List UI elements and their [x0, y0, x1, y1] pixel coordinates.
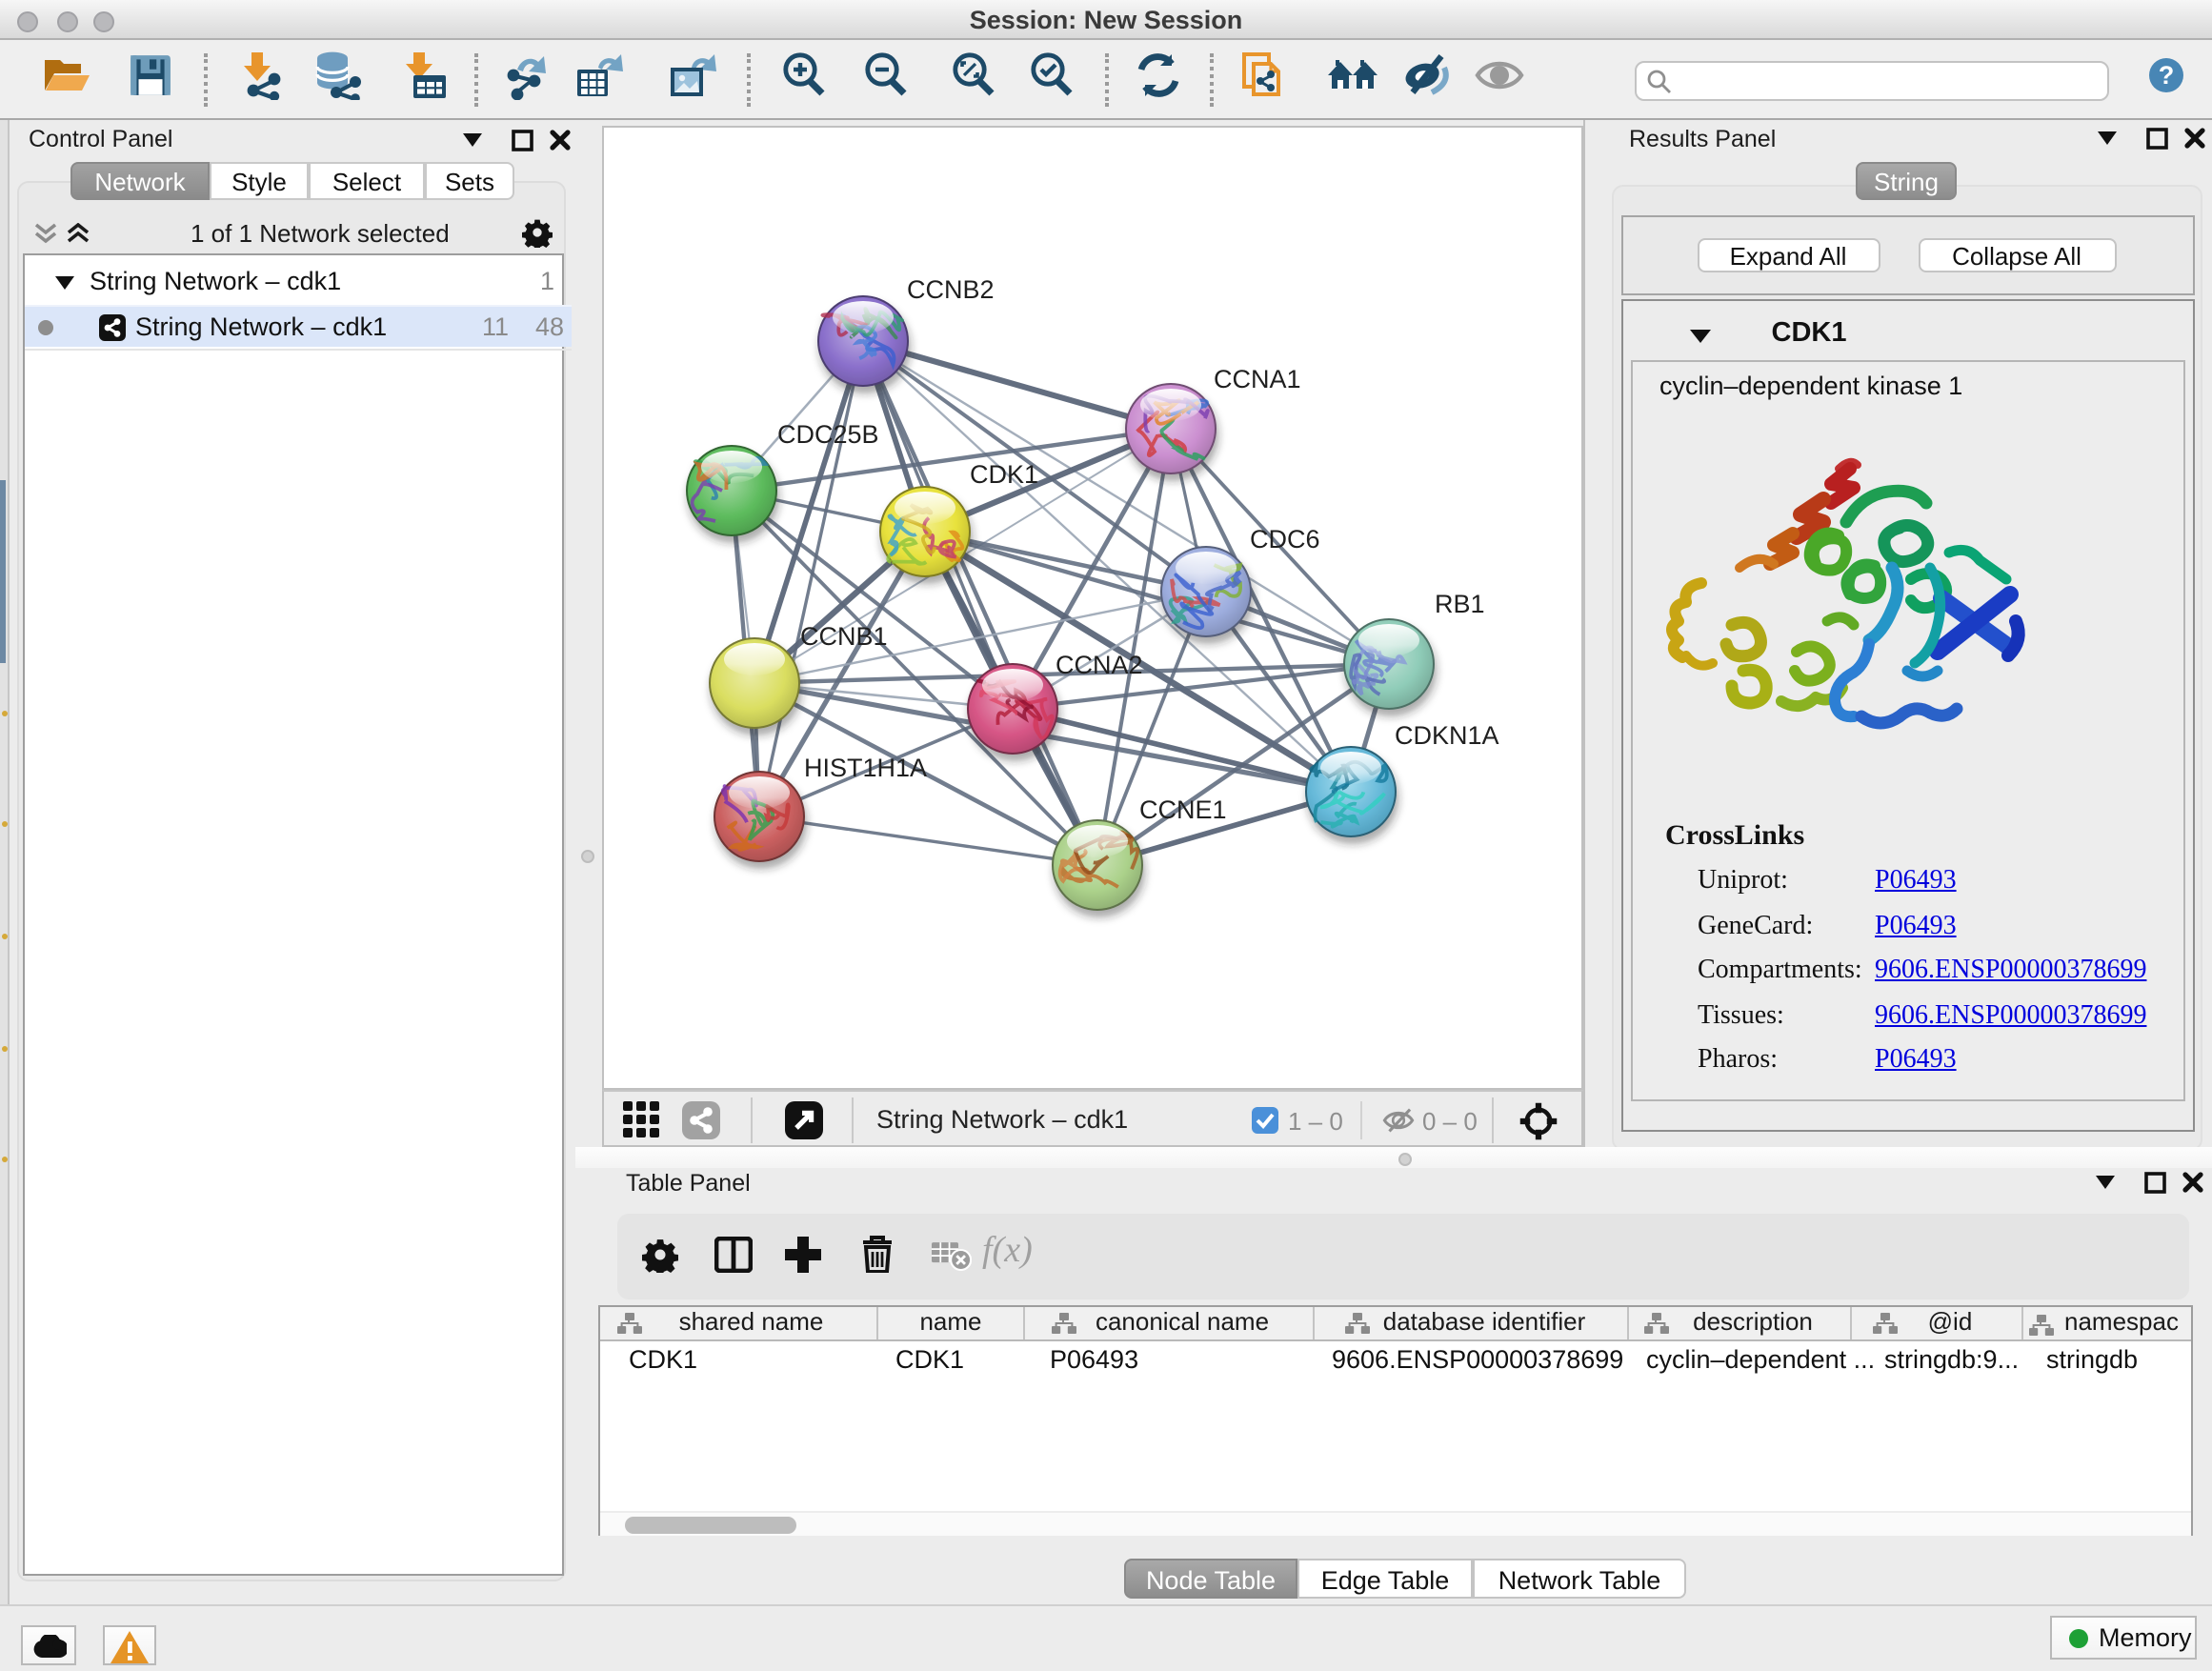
- svg-text:CCNB1: CCNB1: [799, 621, 887, 650]
- svg-text:?: ?: [2159, 61, 2175, 90]
- svg-text:CCNE1: CCNE1: [1138, 795, 1226, 823]
- svg-text:CCNB2: CCNB2: [906, 274, 994, 303]
- svg-text:CCNA2: CCNA2: [1055, 650, 1142, 678]
- svg-text:CDKN1A: CDKN1A: [1394, 720, 1498, 749]
- svg-text:CDC6: CDC6: [1249, 524, 1319, 553]
- svg-text:CDK1: CDK1: [969, 459, 1037, 488]
- svg-text:CCNA1: CCNA1: [1213, 364, 1300, 393]
- svg-text:RB1: RB1: [1434, 589, 1484, 617]
- svg-text:HIST1H1A: HIST1H1A: [803, 753, 926, 781]
- svg-text:CDC25B: CDC25B: [776, 419, 878, 448]
